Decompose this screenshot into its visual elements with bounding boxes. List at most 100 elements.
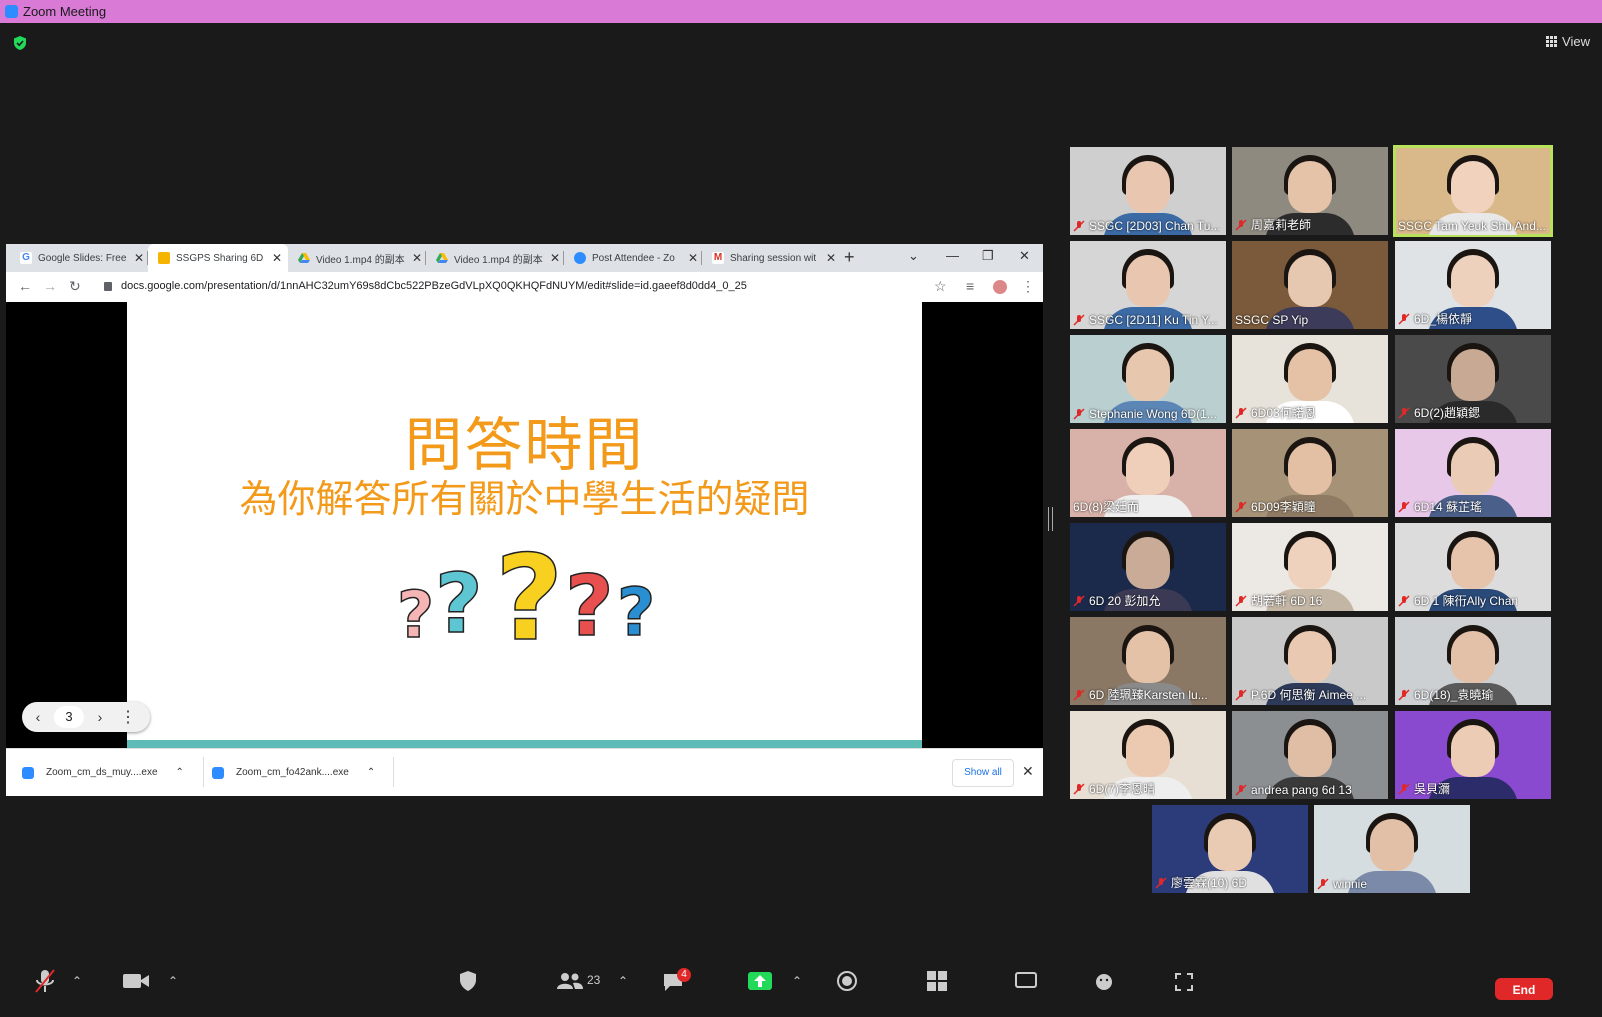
muted-mic-icon bbox=[1073, 220, 1085, 232]
reactions-icon[interactable] bbox=[1094, 970, 1116, 992]
close-tab-icon[interactable]: ✕ bbox=[412, 251, 422, 265]
split-view-handle[interactable] bbox=[1048, 507, 1053, 531]
share-options-chevron-icon[interactable]: ⌃ bbox=[792, 974, 802, 988]
participant-tile[interactable]: 6D03何諾恩 bbox=[1232, 335, 1388, 423]
browser-menu-icon[interactable]: ⋮ bbox=[1021, 278, 1035, 295]
participant-tile[interactable]: 6D(18)_袁曉瑜 bbox=[1395, 617, 1551, 705]
muted-mic-icon bbox=[1398, 782, 1410, 795]
participant-tile[interactable]: SSGC SP Yip bbox=[1232, 241, 1388, 329]
download-item[interactable]: Zoom_cm_ds_muy....exe ⌃ bbox=[22, 749, 204, 796]
participant-tile[interactable]: 胡若軒 6D 16 bbox=[1232, 523, 1388, 611]
participant-tile[interactable]: 廖雲霖(10) 6D bbox=[1152, 805, 1308, 893]
participant-name: 周嘉莉老師 bbox=[1251, 218, 1312, 232]
microphone-muted-icon[interactable] bbox=[34, 968, 56, 994]
participant-name-label: 6D_楊依靜 bbox=[1398, 310, 1472, 327]
participant-name: P.6D 何思衡 Aimee ... bbox=[1251, 688, 1367, 702]
participant-tile[interactable]: 6D_楊依靜 bbox=[1395, 241, 1551, 329]
participant-tile[interactable]: SSGC [2D11] Ku Tin Y... bbox=[1070, 241, 1226, 329]
participant-tile[interactable]: 6D 陸珮臻Karsten lu... bbox=[1070, 617, 1226, 705]
address-bar-row: ← → ↻ docs.google.com/presentation/d/1nn… bbox=[6, 272, 1043, 303]
participant-tile[interactable]: 6D 1 陳衎Ally Chan bbox=[1395, 523, 1551, 611]
participant-name: 廖雲霖(10) 6D bbox=[1171, 876, 1248, 890]
video-options-chevron-icon[interactable]: ⌃ bbox=[168, 974, 178, 988]
close-tab-icon[interactable]: ✕ bbox=[826, 251, 836, 265]
view-button[interactable]: View bbox=[1546, 34, 1590, 49]
close-download-bar-icon[interactable]: ✕ bbox=[1022, 763, 1034, 780]
browser-tab[interactable]: Video 1.mp4 的副本 ✕ bbox=[426, 244, 564, 272]
reload-icon[interactable]: ↻ bbox=[69, 278, 81, 295]
participant-name: 6D(2)趙穎鍶 bbox=[1414, 406, 1481, 420]
participant-tile[interactable]: winnie bbox=[1314, 805, 1470, 893]
new-tab-icon[interactable]: + bbox=[844, 247, 855, 268]
share-screen-icon[interactable] bbox=[748, 972, 772, 990]
pager-menu-icon[interactable]: ⋮ bbox=[116, 707, 140, 727]
security-icon[interactable] bbox=[458, 970, 478, 992]
restore-icon[interactable]: ❐ bbox=[982, 248, 994, 264]
browser-tab[interactable]: M Sharing session wit ✕ bbox=[702, 244, 840, 272]
participant-tile[interactable]: SSGC [2D03] Chan Tu... bbox=[1070, 147, 1226, 235]
muted-mic-icon bbox=[1398, 500, 1410, 513]
video-camera-icon[interactable] bbox=[122, 972, 150, 990]
muted-mic-icon bbox=[1073, 314, 1085, 326]
forward-icon[interactable]: → bbox=[43, 278, 57, 294]
apps-icon[interactable] bbox=[1174, 972, 1194, 992]
bookmark-star-icon[interactable]: ☆ bbox=[934, 278, 947, 295]
participant-tile[interactable]: 吳貝瀰 bbox=[1395, 711, 1551, 799]
participant-tile[interactable]: SSGC Tam Yeuk Shu And... bbox=[1393, 145, 1553, 237]
participant-tile[interactable]: 6D(2)趙穎鍶 bbox=[1395, 335, 1551, 423]
participant-video-face bbox=[1126, 537, 1170, 589]
participant-name: 6D 陸珮臻Karsten lu... bbox=[1089, 688, 1208, 702]
participant-tile[interactable]: 6D09李穎瞳 bbox=[1232, 429, 1388, 517]
record-icon[interactable] bbox=[836, 970, 858, 992]
participant-name: Stephanie Wong 6D(1... bbox=[1089, 407, 1217, 421]
show-all-button[interactable]: Show all bbox=[952, 759, 1014, 787]
participants-icon[interactable] bbox=[556, 972, 584, 990]
minimize-icon[interactable]: — bbox=[946, 248, 959, 263]
slide-stage: 問答時間 為你解答所有關於中學生活的疑問 ? ? ? ? ? ‹ 3 › ⋮ bbox=[6, 302, 1043, 748]
close-tab-icon[interactable]: ✕ bbox=[550, 251, 560, 265]
muted-mic-icon bbox=[1155, 876, 1167, 889]
participant-name-label: 6D(7)李恩晴 bbox=[1073, 780, 1155, 797]
slide-page-number: 3 bbox=[54, 706, 84, 728]
participant-name: 6D 1 陳衎Ally Chan bbox=[1414, 594, 1519, 608]
muted-mic-icon bbox=[1235, 500, 1247, 513]
browser-tab[interactable]: G Google Slides: Free ✕ bbox=[10, 244, 148, 272]
media-queue-icon[interactable]: ≡ bbox=[966, 278, 974, 294]
muted-mic-icon bbox=[1398, 312, 1410, 325]
chevron-up-icon[interactable]: ⌃ bbox=[367, 767, 375, 778]
url-input[interactable]: docs.google.com/presentation/d/1nnAHC32u… bbox=[121, 280, 747, 292]
chevron-up-icon[interactable]: ⌃ bbox=[176, 767, 184, 778]
muted-mic-icon bbox=[1235, 688, 1247, 701]
end-meeting-button[interactable]: End bbox=[1495, 978, 1553, 1000]
next-slide-icon[interactable]: › bbox=[84, 709, 116, 725]
download-item[interactable]: Zoom_cm_fo42ank....exe ⌃ bbox=[212, 749, 394, 796]
audio-options-chevron-icon[interactable]: ⌃ bbox=[72, 974, 82, 988]
participant-tile[interactable]: 6D14 蘇芷瑤 bbox=[1395, 429, 1551, 517]
close-tab-icon[interactable]: ✕ bbox=[272, 251, 282, 265]
participants-chevron-icon[interactable]: ⌃ bbox=[618, 974, 628, 988]
muted-mic-icon bbox=[1235, 218, 1247, 231]
security-shield-icon[interactable] bbox=[12, 35, 28, 51]
participant-video-face bbox=[1288, 725, 1332, 777]
browser-tab-active[interactable]: SSGPS Sharing 6D ✕ bbox=[148, 244, 288, 272]
back-icon[interactable]: ← bbox=[18, 278, 32, 294]
close-tab-icon[interactable]: ✕ bbox=[688, 251, 698, 265]
participant-tile[interactable]: 6D 20 彭加允 bbox=[1070, 523, 1226, 611]
profile-avatar[interactable] bbox=[993, 280, 1007, 294]
participant-tile[interactable]: P.6D 何思衡 Aimee ... bbox=[1232, 617, 1388, 705]
participant-tile[interactable]: 6D(8)梁廷而 bbox=[1070, 429, 1226, 517]
close-tab-icon[interactable]: ✕ bbox=[134, 251, 144, 265]
previous-slide-icon[interactable]: ‹ bbox=[22, 709, 54, 725]
participant-tile[interactable]: Stephanie Wong 6D(1... bbox=[1070, 335, 1226, 423]
browser-tab[interactable]: Video 1.mp4 的副本 ✕ bbox=[288, 244, 426, 272]
participant-tile[interactable]: 6D(7)李恩晴 bbox=[1070, 711, 1226, 799]
breakout-rooms-icon[interactable] bbox=[926, 970, 948, 992]
cast-icon[interactable] bbox=[1014, 972, 1038, 990]
browser-tab[interactable]: Post Attendee - Zo ✕ bbox=[564, 244, 702, 272]
tab-search-icon[interactable]: ⌄ bbox=[908, 248, 919, 264]
close-window-icon[interactable]: ✕ bbox=[1019, 248, 1030, 264]
muted-mic-icon bbox=[1398, 594, 1410, 607]
participant-tile[interactable]: 周嘉莉老師 bbox=[1232, 147, 1388, 235]
participant-name: 6D(8)梁廷而 bbox=[1073, 500, 1140, 514]
participant-tile[interactable]: andrea pang 6d 13 bbox=[1232, 711, 1388, 799]
